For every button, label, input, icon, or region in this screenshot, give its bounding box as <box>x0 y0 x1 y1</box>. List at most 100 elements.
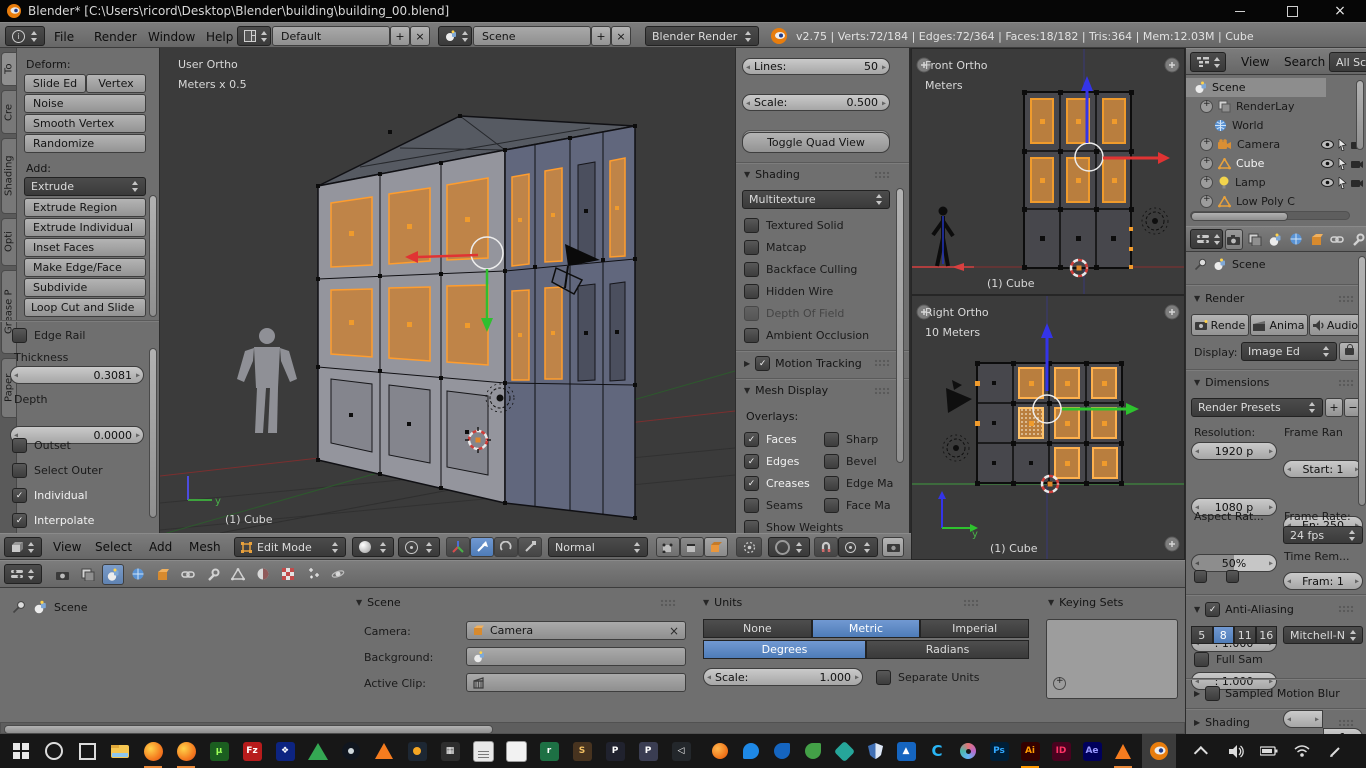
bottom-pin-icon[interactable] <box>12 600 26 614</box>
firefox-icon-2[interactable] <box>173 738 199 764</box>
motion-tracking-header[interactable]: ▶Motion Tracking <box>744 356 862 371</box>
smooth-vertex-button[interactable]: Smooth Vertex <box>24 114 146 133</box>
btab-render-layers[interactable] <box>77 564 99 585</box>
human-figure[interactable] <box>237 328 297 433</box>
right-ortho-viewport[interactable]: y Right Ortho 10 Meters (1) Cube <box>911 295 1185 560</box>
expand-lamp[interactable] <box>1200 176 1213 189</box>
loop-cut-button[interactable]: Loop Cut and Slide <box>24 298 146 317</box>
creases-overlay-row[interactable]: Creases <box>744 476 810 491</box>
ambient-occlusion-checkbox[interactable] <box>744 328 759 343</box>
task-view-button[interactable] <box>74 738 100 764</box>
hidden-wire-row[interactable]: Hidden Wire <box>744 284 833 299</box>
scene-close-button[interactable]: × <box>611 26 631 46</box>
pen-icon[interactable] <box>1322 738 1348 764</box>
show-weights-checkbox[interactable] <box>744 520 759 533</box>
pdf-light-icon[interactable]: P <box>635 738 661 764</box>
hidden-wire-checkbox[interactable] <box>744 284 759 299</box>
tab-render-layers[interactable] <box>1245 229 1264 250</box>
sharp-overlay-row[interactable]: Sharp <box>824 432 878 447</box>
toggle-quad-view-button[interactable]: Toggle Quad View <box>742 132 890 153</box>
scale-manipulator-button[interactable] <box>518 537 542 557</box>
blender-taskbar-icon[interactable] <box>1142 734 1176 768</box>
edge-rail-checkbox-row[interactable]: Edge Rail <box>12 328 85 343</box>
render-engine-selector[interactable]: Blender Render <box>645 26 759 46</box>
cube-selectability-cursor-icon[interactable] <box>1338 158 1347 170</box>
units-imperial-button[interactable]: Imperial <box>920 619 1029 638</box>
outliner-row-cube[interactable]: Cube <box>1200 154 1364 173</box>
indesign-icon[interactable]: ID <box>1049 738 1073 764</box>
right-lamp-object[interactable] <box>943 435 969 461</box>
outliner-hscroll-track[interactable] <box>1190 211 1350 220</box>
operator-panel-scrollbar[interactable] <box>149 348 157 518</box>
edge-marks-checkbox[interactable] <box>824 476 839 491</box>
anti-aliasing-panel-header[interactable]: ▼Anti-Aliasing <box>1194 602 1294 617</box>
camera-selectability-cursor-icon[interactable] <box>1338 139 1347 151</box>
front-lamp-object[interactable] <box>1142 208 1168 234</box>
btab-texture[interactable] <box>277 564 299 585</box>
transform-orientation-dropdown[interactable]: Normal <box>548 537 648 557</box>
photoshop-icon[interactable]: Ps <box>987 738 1011 764</box>
scene-panel-header[interactable]: ▼Scene <box>356 596 401 609</box>
layout-close-button[interactable]: × <box>410 26 430 46</box>
outliner-row-scene[interactable]: Scene <box>1186 78 1326 97</box>
app-teal-icon[interactable] <box>832 738 856 764</box>
render-presets-dropdown[interactable]: Render Presets <box>1191 398 1323 417</box>
ambient-occlusion-row[interactable]: Ambient Occlusion <box>744 328 869 343</box>
btab-physics[interactable] <box>327 564 349 585</box>
file-explorer-icon[interactable] <box>107 738 133 764</box>
viewport-menu-select[interactable]: Select <box>95 540 132 554</box>
outliner-row-camera[interactable]: Camera <box>1200 135 1364 154</box>
outliner-row-world[interactable]: World <box>1214 116 1364 135</box>
minimize-button[interactable] <box>1218 0 1262 22</box>
menu-render[interactable]: Render <box>94 30 137 44</box>
tab-shading[interactable]: Shading <box>1 138 17 214</box>
dimensions-panel-header[interactable]: ▼Dimensions <box>1194 376 1269 389</box>
outliner-vscroll[interactable] <box>1356 80 1364 150</box>
lamp-visibility-eye-icon[interactable] <box>1321 178 1334 187</box>
lines-slider[interactable]: Lines:50 <box>742 58 890 75</box>
sharp-checkbox[interactable] <box>824 432 839 447</box>
outset-checkbox[interactable] <box>12 438 27 453</box>
maximize-button[interactable] <box>1270 0 1314 22</box>
backface-culling-row[interactable]: Backface Culling <box>744 262 857 277</box>
extrude-region-button[interactable]: Extrude Region <box>24 198 146 217</box>
dropbox-icon[interactable]: ❖ <box>272 738 298 764</box>
time-remap-old-slider[interactable] <box>1283 710 1323 728</box>
keying-sets-list[interactable] <box>1046 619 1178 699</box>
aa-samples-11[interactable]: 11 <box>1234 626 1256 644</box>
steam-icon[interactable] <box>338 738 364 764</box>
occlude-geometry-button[interactable] <box>736 537 762 557</box>
face-select-button[interactable] <box>704 537 728 557</box>
camera-field[interactable]: Camera × <box>466 621 686 640</box>
individual-checkbox-row[interactable]: Individual <box>12 488 88 503</box>
google-drive-icon[interactable] <box>305 738 331 764</box>
seams-checkbox[interactable] <box>744 498 759 513</box>
tab-object[interactable] <box>1307 229 1326 250</box>
btab-modifiers[interactable] <box>202 564 224 585</box>
frame-rate-dropdown[interactable]: 24 fps <box>1283 526 1363 544</box>
app-green-icon[interactable]: r <box>536 738 562 764</box>
close-button[interactable]: × <box>1318 0 1362 22</box>
frame-start-slider[interactable]: Start: 1 <box>1283 460 1363 478</box>
edge-select-button[interactable] <box>680 537 704 557</box>
creases-checkbox[interactable] <box>744 476 759 491</box>
keying-sets-panel-header[interactable]: ▼Keying Sets <box>1048 596 1123 609</box>
shading-mode-dropdown[interactable]: Multitexture <box>742 190 890 209</box>
grid-scale-slider[interactable]: Scale:0.500 <box>742 94 890 111</box>
tab-constraints[interactable] <box>1328 229 1347 250</box>
scene-add-button[interactable]: + <box>591 26 611 46</box>
display-dropdown[interactable]: Image Ed <box>1241 342 1337 361</box>
btab-material[interactable] <box>252 564 274 585</box>
inset-faces-button[interactable]: Inset Faces <box>24 238 146 257</box>
front-ortho-viewport[interactable]: Front Ortho Meters (1) Cube <box>911 48 1185 295</box>
calculator-icon[interactable]: ▦ <box>437 738 463 764</box>
npanel-scrollbar[interactable] <box>896 188 904 463</box>
anti-aliasing-checkbox[interactable] <box>1205 602 1220 617</box>
extrude-individual-button[interactable]: Extrude Individual <box>24 218 146 237</box>
bottom-hscroll-thumb[interactable] <box>4 725 493 734</box>
motion-tracking-grip[interactable] <box>874 359 890 368</box>
building-mesh[interactable] <box>316 114 637 520</box>
bevel-checkbox[interactable] <box>824 454 839 469</box>
thunderbird-icon-2[interactable] <box>770 738 794 764</box>
utorrent-icon[interactable]: µ <box>206 738 232 764</box>
